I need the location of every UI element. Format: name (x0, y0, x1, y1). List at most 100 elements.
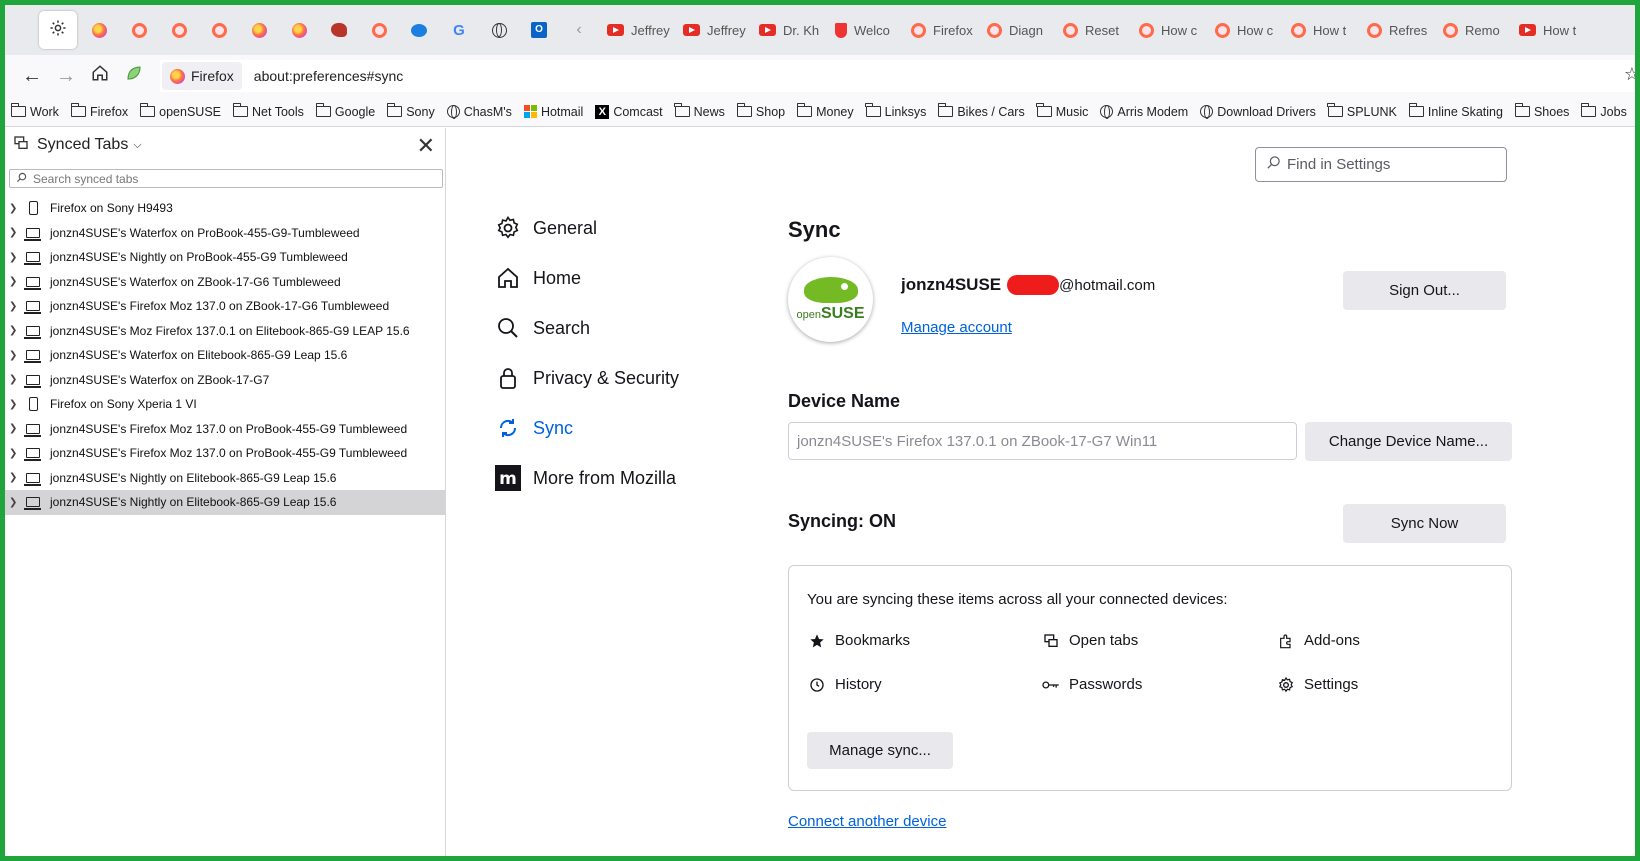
pinned-tab[interactable] (79, 11, 119, 49)
synced-device-row[interactable]: ❯ Firefox on Sony H9493 (5, 196, 445, 221)
tab[interactable]: Jeffrey (675, 11, 751, 49)
sidebar-title[interactable]: Synced Tabs (37, 136, 128, 154)
tab[interactable]: Jeffrey (599, 11, 675, 49)
category-more-from-mozilla[interactable]: m More from Mozilla (495, 453, 679, 503)
change-device-name-button[interactable]: Change Device Name... (1305, 422, 1512, 461)
sign-out-button[interactable]: Sign Out... (1343, 271, 1506, 310)
bookmark-item[interactable]: News (674, 103, 725, 119)
avatar[interactable]: openSUSE (788, 257, 873, 342)
category-search[interactable]: Search (495, 303, 679, 353)
tab[interactable]: Firefox (903, 11, 979, 49)
synced-device-row[interactable]: ❯ jonzn4SUSE's Firefox Moz 137.0 on ProBo… (5, 417, 445, 442)
twisty-icon[interactable]: ❯ (9, 448, 23, 459)
bookmark-item[interactable]: Hotmail (523, 105, 583, 119)
pinned-tab[interactable] (359, 11, 399, 49)
tab[interactable]: How t (1283, 11, 1359, 49)
find-in-settings-input[interactable]: Find in Settings (1255, 147, 1507, 182)
synced-device-row[interactable]: ❯ jonzn4SUSE's Waterfox on Elitebook-865-… (5, 343, 445, 368)
close-icon[interactable]: ✕ (417, 133, 435, 159)
chevron-down-icon[interactable]: ⌵ (133, 139, 141, 152)
sync-now-button[interactable]: Sync Now (1343, 504, 1506, 543)
identity-box[interactable]: Firefox (162, 62, 242, 90)
extension-button[interactable] (117, 60, 151, 92)
bookmark-item[interactable]: Shop (736, 103, 785, 119)
pinned-tab[interactable]: O (519, 11, 559, 49)
synced-device-row[interactable]: ❯ jonzn4SUSE's Moz Firefox 137.0.1 on Eli… (5, 319, 445, 344)
synced-device-row[interactable]: ❯ jonzn4SUSE's Firefox Moz 137.0 on ProBo… (5, 441, 445, 466)
pinned-tab[interactable] (279, 11, 319, 49)
back-button[interactable]: ← (15, 60, 49, 92)
pinned-tab[interactable]: G (439, 11, 479, 49)
synced-tabs-search-input[interactable]: Search synced tabs (9, 169, 443, 188)
tab[interactable]: Diagn (979, 11, 1055, 49)
pinned-tab[interactable] (399, 11, 439, 49)
synced-device-row[interactable]: ❯ jonzn4SUSE's Nightly on Elitebook-865-G… (5, 466, 445, 491)
twisty-icon[interactable]: ❯ (9, 399, 23, 410)
pinned-tab[interactable] (479, 11, 519, 49)
bookmark-item[interactable]: Music (1036, 103, 1088, 119)
bookmark-item[interactable]: Jobs (1581, 103, 1627, 119)
category-privacy[interactable]: Privacy & Security (495, 353, 679, 403)
tab[interactable]: Dr. Kh (751, 11, 827, 49)
synced-device-row[interactable]: ❯ jonzn4SUSE's Waterfox on ZBook-17-G7 (5, 368, 445, 393)
twisty-icon[interactable]: ❯ (9, 252, 23, 263)
bookmark-star-icon[interactable]: ☆ (1624, 64, 1635, 85)
manage-account-link[interactable]: Manage account (901, 319, 1012, 336)
bookmark-item[interactable]: Net Tools (232, 103, 304, 119)
pinned-tab[interactable] (199, 11, 239, 49)
tab[interactable]: Welco (827, 11, 903, 49)
tab[interactable]: Reset (1055, 11, 1131, 49)
url-bar[interactable]: Firefox about:preferences#sync ☆ (160, 60, 1635, 92)
twisty-icon[interactable]: ❯ (9, 497, 23, 508)
home-button[interactable] (83, 60, 117, 92)
bookmark-item[interactable]: Firefox (70, 103, 128, 119)
category-sync[interactable]: Sync (495, 403, 679, 453)
bookmark-item[interactable]: Download Drivers (1200, 105, 1316, 119)
pinned-tab[interactable] (119, 11, 159, 49)
tab[interactable]: How c (1131, 11, 1207, 49)
twisty-icon[interactable]: ❯ (9, 374, 23, 385)
bookmark-item[interactable]: X Comcast (595, 104, 663, 119)
twisty-icon[interactable]: ❯ (9, 423, 23, 434)
bookmark-item[interactable]: Linksys (865, 103, 926, 119)
twisty-icon[interactable]: ❯ (9, 227, 23, 238)
twisty-icon[interactable]: ❯ (9, 203, 23, 214)
bookmark-item[interactable]: Money (796, 103, 854, 119)
bookmark-item[interactable]: Google (315, 103, 375, 119)
bookmark-item[interactable]: Inline Skating (1408, 103, 1503, 119)
bookmark-item[interactable]: Arris Modem (1100, 105, 1188, 119)
tab[interactable]: How c (1207, 11, 1283, 49)
twisty-icon[interactable]: ❯ (9, 350, 23, 361)
category-general[interactable]: General (495, 203, 679, 253)
bookmark-item[interactable]: Work (10, 103, 59, 119)
tab[interactable]: How t (1511, 11, 1587, 49)
tab[interactable]: Remo (1435, 11, 1511, 49)
sidebar-header[interactable]: Synced Tabs ⌵ (5, 128, 445, 162)
bookmark-item[interactable]: Shoes (1514, 103, 1569, 119)
synced-device-row[interactable]: ❯ jonzn4SUSE's Waterfox on ProBook-455-G9… (5, 221, 445, 246)
synced-device-row[interactable]: ❯ jonzn4SUSE's Firefox Moz 137.0 on ZBook… (5, 294, 445, 319)
category-home[interactable]: Home (495, 253, 679, 303)
tab-overflow-left[interactable]: ‹ (559, 11, 599, 49)
bookmark-item[interactable]: ChasM's (446, 105, 512, 119)
forward-button[interactable]: → (49, 60, 83, 92)
synced-device-row[interactable]: ❯ jonzn4SUSE's Nightly on Elitebook-865-G… (5, 490, 445, 515)
twisty-icon[interactable]: ❯ (9, 325, 23, 336)
manage-sync-button[interactable]: Manage sync... (807, 732, 953, 769)
twisty-icon[interactable]: ❯ (9, 472, 23, 483)
synced-device-row[interactable]: ❯ jonzn4SUSE's Waterfox on ZBook-17-G6 Tu… (5, 270, 445, 295)
tab[interactable]: Refres (1359, 11, 1435, 49)
url-text[interactable]: about:preferences#sync (254, 68, 403, 84)
bookmark-item[interactable]: Sony (386, 103, 435, 119)
pinned-tab[interactable] (319, 11, 359, 49)
device-name-input[interactable]: jonzn4SUSE's Firefox 137.0.1 on ZBook-17… (788, 422, 1297, 460)
connect-another-device-link[interactable]: Connect another device (788, 813, 946, 830)
synced-device-row[interactable]: ❯ Firefox on Sony Xperia 1 VI (5, 392, 445, 417)
twisty-icon[interactable]: ❯ (9, 276, 23, 287)
twisty-icon[interactable]: ❯ (9, 301, 23, 312)
pinned-tab[interactable] (239, 11, 279, 49)
bookmark-item[interactable]: SPLUNK (1327, 103, 1397, 119)
tab-settings[interactable] (39, 11, 77, 49)
synced-device-row[interactable]: ❯ jonzn4SUSE's Nightly on ProBook-455-G9 … (5, 245, 445, 270)
bookmark-item[interactable]: openSUSE (139, 103, 221, 119)
